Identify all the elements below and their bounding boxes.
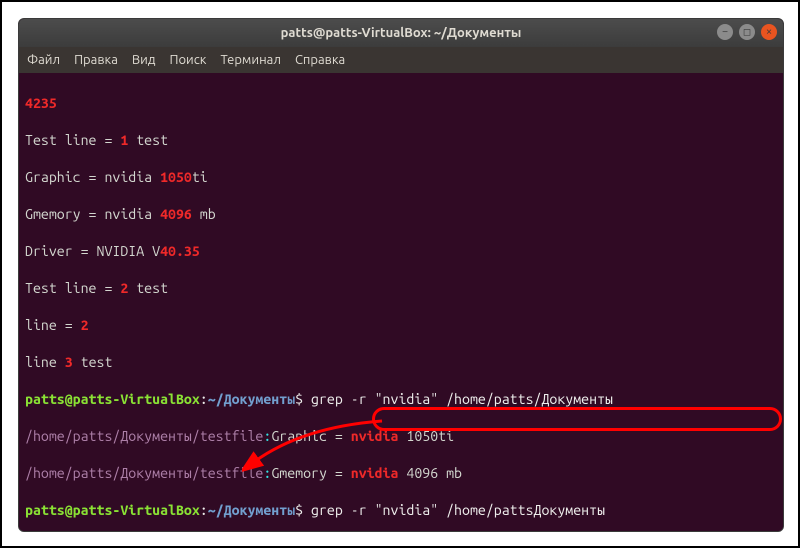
menu-search[interactable]: Поиск (169, 53, 206, 67)
menu-view[interactable]: Вид (132, 53, 156, 67)
titlebar[interactable]: patts@patts-VirtualBox: ~/Документы − ◻ … (19, 19, 783, 47)
close-button[interactable]: × (761, 24, 777, 40)
terminal-content[interactable]: 4235 Test line = 1 test Graphic = nvidia… (19, 73, 783, 532)
window-title: patts@patts-VirtualBox: ~/Документы (19, 26, 783, 40)
maximize-button[interactable]: ◻ (739, 24, 755, 40)
menu-edit[interactable]: Правка (74, 53, 118, 67)
menubar: Файл Правка Вид Поиск Терминал Справка (19, 47, 783, 73)
output-line: Graphic = nvidia 1050ti (25, 168, 777, 187)
menu-file[interactable]: Файл (27, 53, 60, 67)
output-line: /home/patts/Документы/testfile:Graphic =… (25, 427, 777, 446)
output-line: Driver = NVIDIA V40.35 (25, 242, 777, 261)
minimize-button[interactable]: − (717, 24, 733, 40)
output-line: Test line = 2 test (25, 279, 777, 298)
menu-help[interactable]: Справка (295, 53, 345, 67)
window-controls: − ◻ × (717, 24, 777, 40)
terminal-window: patts@patts-VirtualBox: ~/Документы − ◻ … (18, 18, 784, 532)
output-line: 4235 (25, 94, 777, 113)
output-line: Test line = 1 test (25, 131, 777, 150)
output-line: line = 2 (25, 316, 777, 335)
output-line: Gmemory = nvidia 4096 mb (25, 205, 777, 224)
prompt-line: patts@patts-VirtualBox:~/Документы$ grep… (25, 501, 777, 520)
prompt-line: patts@patts-VirtualBox:~/Документы$ grep… (25, 390, 777, 409)
menu-terminal[interactable]: Терминал (220, 53, 280, 67)
output-line: /home/patts/Документы/testfile:Gmemory =… (25, 464, 777, 483)
output-line: line 3 test (25, 353, 777, 372)
